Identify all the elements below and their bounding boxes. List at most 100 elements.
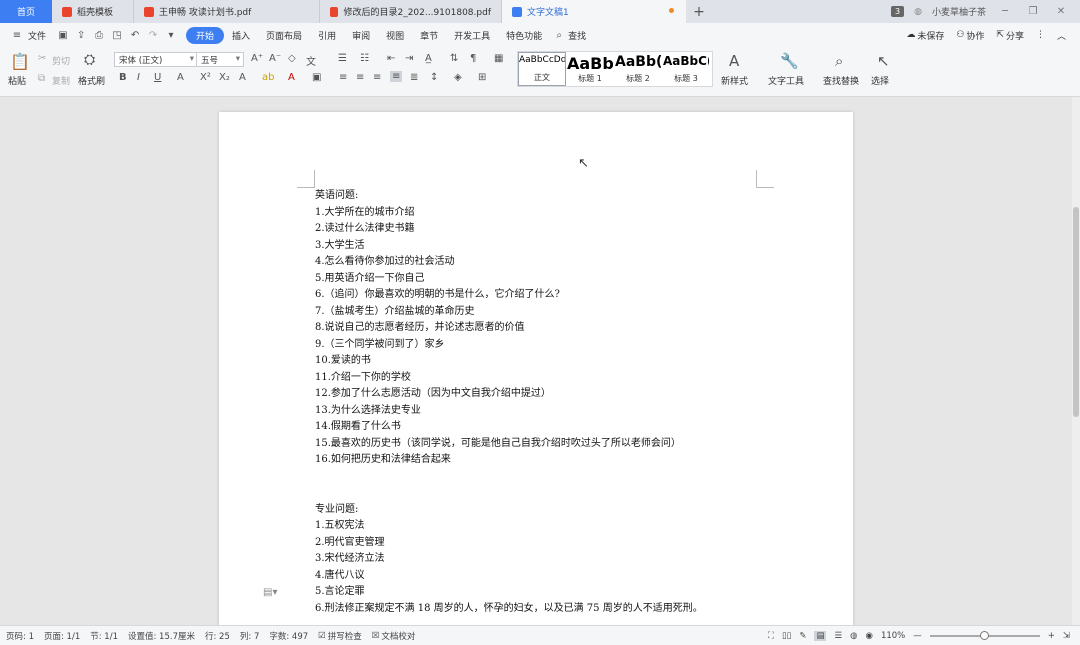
align-center-icon[interactable]: ≡ (356, 72, 364, 83)
menu-features[interactable]: 特色功能 (498, 29, 550, 42)
zoom-level[interactable]: 110% (881, 631, 905, 641)
font-size-select[interactable]: 五号 (196, 52, 244, 67)
subscript-icon[interactable]: X₂ (219, 72, 230, 83)
menu-review[interactable]: 审阅 (344, 29, 378, 42)
protect-mode-icon[interactable]: ✎ (799, 631, 806, 641)
window-count-badge[interactable]: 3 (891, 6, 905, 17)
scrollbar-thumb[interactable] (1073, 207, 1079, 417)
paste-icon[interactable]: 📋 (10, 52, 30, 71)
proofread-button[interactable]: 文档校对 (381, 630, 415, 642)
italic-icon[interactable]: I (137, 72, 140, 83)
tab-home[interactable]: 首页 (0, 0, 52, 23)
decrease-indent-icon[interactable]: ⇤ (387, 53, 395, 64)
status-words[interactable]: 字数: 497 (269, 630, 308, 642)
style-normal[interactable]: AaBbCcDd 正文 (518, 52, 566, 86)
align-left-icon[interactable]: ≡ (339, 72, 347, 83)
highlight-icon[interactable]: ab (262, 72, 274, 83)
superscript-icon[interactable]: X² (200, 72, 211, 83)
align-right-icon[interactable]: ≡ (373, 72, 381, 83)
new-style-button[interactable]: 新样式 (721, 74, 748, 87)
grow-font-icon[interactable]: A⁺ (251, 53, 263, 64)
format-painter-button[interactable]: 格式刷 (78, 74, 105, 87)
minimize-icon[interactable]: ─ (996, 6, 1014, 17)
menu-references[interactable]: 引用 (310, 29, 344, 42)
underline-icon[interactable]: U (154, 72, 161, 83)
tab-daoke-template[interactable]: 稻壳模板 (52, 0, 134, 23)
collab-button[interactable]: 协作 (966, 29, 984, 42)
find-replace-button[interactable]: 查找替换 (823, 74, 859, 87)
preview-icon[interactable]: ◳ (110, 28, 124, 42)
export-icon[interactable]: ⇪ (74, 28, 88, 42)
sort-icon[interactable]: ⇅ (450, 53, 458, 64)
fit-page-icon[interactable]: ⇲ (1063, 631, 1070, 641)
user-name[interactable]: 小麦草柚子茶 (932, 5, 986, 18)
menu-chapter[interactable]: 章节 (412, 29, 446, 42)
zoom-slider[interactable] (929, 630, 1040, 640)
share-button[interactable]: 分享 (1006, 29, 1024, 42)
strikethrough-icon[interactable]: A (177, 72, 184, 83)
zoom-slider-knob[interactable] (979, 630, 989, 640)
fullscreen-icon[interactable]: ⛶ (768, 631, 774, 641)
document-body[interactable]: 英语问题: 1.大学所在的城市介绍 2.读过什么法律史书籍 3.大学生活 4.怎… (315, 188, 775, 617)
eye-care-icon[interactable]: ◉ (866, 631, 873, 641)
tab-pdf-plan[interactable]: 王申畅 攻读计划书.pdf (134, 0, 320, 23)
close-icon[interactable]: ✕ (1052, 6, 1070, 17)
save-icon[interactable]: ▣ (56, 28, 70, 42)
line-spacing-icon[interactable]: ↕ (430, 72, 438, 83)
collapse-ribbon-icon[interactable]: ︿ (1057, 29, 1066, 42)
chinese-layout-icon[interactable]: A̲ (425, 53, 432, 64)
font-color-icon[interactable]: A (288, 72, 295, 83)
copy-button[interactable]: 复制 (52, 74, 70, 87)
read-mode-icon[interactable]: ▯▯ (782, 631, 791, 641)
new-tab-button[interactable]: + (686, 0, 712, 23)
spell-check-button[interactable]: 拼写检查 (328, 630, 362, 642)
menu-insert[interactable]: 插入 (224, 29, 258, 42)
more-icon[interactable]: ⋮ (1036, 30, 1045, 40)
zoom-out-icon[interactable]: — (913, 631, 922, 641)
cut-button[interactable]: 剪切 (52, 54, 70, 67)
distribute-icon[interactable]: ≣ (410, 72, 418, 83)
document-page[interactable]: ↖ 英语问题: 1.大学所在的城市介绍 2.读过什么法律史书籍 3.大学生活 4… (219, 112, 853, 625)
quick-access-chevron-icon[interactable]: ▾ (164, 28, 178, 42)
hamburger-icon[interactable]: ≡ (10, 28, 24, 42)
print-icon[interactable]: ⎙ (92, 28, 106, 42)
menu-start[interactable]: 开始 (186, 26, 225, 44)
font-name-select[interactable]: 宋体 (正文) (114, 52, 198, 67)
numbering-icon[interactable]: ☷ (360, 53, 369, 64)
borders-icon[interactable]: ⊞ (478, 72, 486, 83)
paste-options-icon[interactable]: ▤▾ (263, 587, 277, 598)
bullets-icon[interactable]: ☰ (338, 53, 347, 64)
menu-search[interactable]: 查找 (568, 29, 594, 42)
zoom-in-icon[interactable]: + (1048, 631, 1055, 641)
paste-button[interactable]: 粘贴 (8, 74, 26, 87)
text-effect-icon[interactable]: A (239, 72, 246, 83)
clear-format-icon[interactable]: ◇ (288, 53, 296, 64)
style-heading-3[interactable]: AaBbC( 标题 3 (662, 52, 710, 86)
vertical-scrollbar[interactable] (1072, 97, 1080, 625)
page-view-icon[interactable]: ▤ (814, 630, 827, 641)
document-workspace[interactable]: ↖ 英语问题: 1.大学所在的城市介绍 2.读过什么法律史书籍 3.大学生活 4… (0, 97, 1072, 625)
text-tools-button[interactable]: 文字工具 (768, 74, 804, 87)
web-view-icon[interactable]: ◍ (850, 631, 857, 641)
style-heading-2[interactable]: AaBb( 标题 2 (614, 52, 662, 86)
undo-icon[interactable]: ↶ (128, 28, 142, 42)
char-shading-icon[interactable]: ▣ (312, 72, 321, 83)
menu-file[interactable]: 文件 (26, 29, 54, 42)
shading-icon[interactable]: ◈ (454, 72, 462, 83)
tab-text-doc[interactable]: 文字文稿1 (502, 0, 686, 23)
unsaved-label[interactable]: 未保存 (917, 29, 944, 42)
menu-view[interactable]: 视图 (378, 29, 412, 42)
bold-icon[interactable]: B (119, 72, 127, 83)
menu-developer[interactable]: 开发工具 (446, 29, 498, 42)
table-layout-icon[interactable]: ▦ (494, 53, 503, 64)
show-marks-icon[interactable]: ¶ (470, 53, 476, 64)
justify-icon[interactable]: ≡ (390, 71, 403, 82)
outline-view-icon[interactable]: ☰ (834, 631, 842, 641)
select-button[interactable]: 选择 (871, 74, 889, 87)
restore-icon[interactable]: ❐ (1024, 6, 1042, 17)
shrink-font-icon[interactable]: A⁻ (269, 53, 281, 64)
menu-layout[interactable]: 页面布局 (258, 29, 310, 42)
increase-indent-icon[interactable]: ⇥ (405, 53, 413, 64)
style-heading-1[interactable]: AaBb 标题 1 (566, 52, 614, 86)
redo-icon[interactable]: ↷ (146, 28, 160, 42)
